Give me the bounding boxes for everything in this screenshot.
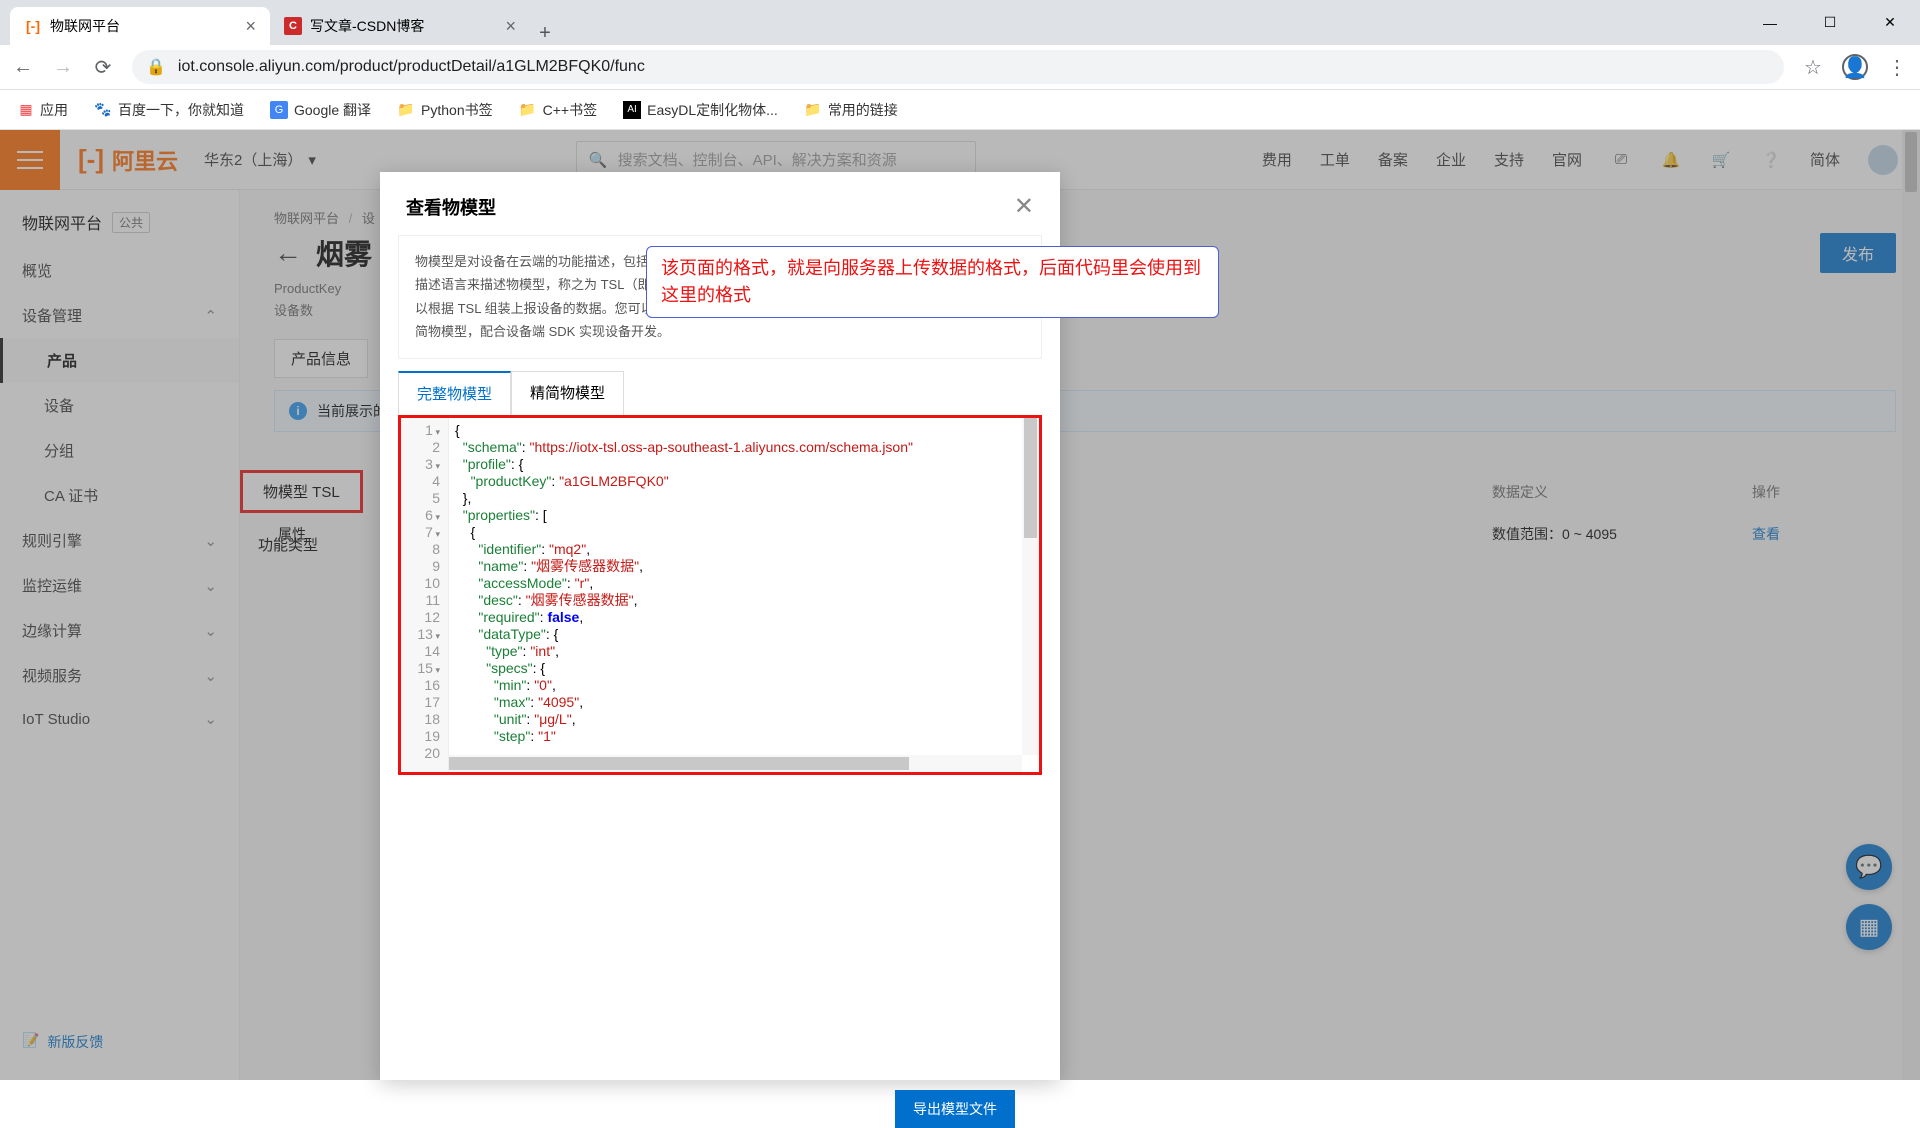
tab-full-model[interactable]: 完整物模型 bbox=[398, 371, 511, 415]
apps-shortcut[interactable]: ▦应用 bbox=[16, 100, 68, 120]
code-content[interactable]: { "schema": "https://iotx-tsl.oss-ap-sou… bbox=[449, 418, 1039, 772]
bookmark-folder[interactable]: 📁Python书签 bbox=[397, 100, 493, 120]
folder-icon: 📁 bbox=[804, 101, 822, 119]
annotation-callout: 该页面的格式，就是向服务器上传数据的格式，后面代码里会使用到这里的格式 bbox=[646, 246, 1219, 318]
aliyun-icon: [-] bbox=[24, 17, 42, 35]
minimize-button[interactable]: — bbox=[1740, 0, 1800, 45]
modal-description: 物模型是对设备在云端的功能描述，包括设备的属性、服务和事件。物联网平台通过定义一… bbox=[398, 235, 1042, 359]
forward-icon[interactable]: → bbox=[52, 56, 74, 78]
browser-tab[interactable]: C 写文章-CSDN博客 × bbox=[270, 7, 530, 45]
modal-title: 查看物模型 bbox=[406, 194, 496, 220]
star-icon[interactable]: ☆ bbox=[1802, 56, 1824, 78]
paw-icon: 🐾 bbox=[94, 101, 112, 119]
tab-simple-model[interactable]: 精简物模型 bbox=[511, 371, 624, 415]
line-gutter: 1234567891011121314151617181920 bbox=[401, 418, 449, 772]
bookmark-folder[interactable]: 📁C++书签 bbox=[519, 100, 597, 120]
translate-icon: G bbox=[270, 101, 288, 119]
reload-icon[interactable]: ⟳ bbox=[92, 56, 114, 78]
close-icon[interactable]: ✕ bbox=[1014, 192, 1034, 221]
browser-tab-strip: [-] 物联网平台 × C 写文章-CSDN博客 × + — ☐ ✕ bbox=[0, 0, 1920, 45]
tab-title: 写文章-CSDN博客 bbox=[310, 16, 497, 36]
browser-tab-active[interactable]: [-] 物联网平台 × bbox=[10, 7, 270, 45]
close-button[interactable]: ✕ bbox=[1860, 0, 1920, 45]
folder-icon: 📁 bbox=[397, 101, 415, 119]
csdn-icon: C bbox=[284, 17, 302, 35]
folder-icon: 📁 bbox=[519, 101, 537, 119]
menu-icon[interactable]: ⋮ bbox=[1886, 56, 1908, 78]
code-vertical-scrollbar[interactable] bbox=[1022, 418, 1039, 755]
url-input[interactable]: 🔒 iot.console.aliyun.com/product/product… bbox=[132, 50, 1784, 84]
back-icon[interactable]: ← bbox=[12, 56, 34, 78]
code-horizontal-scrollbar[interactable] bbox=[449, 755, 1022, 772]
tsl-modal: 查看物模型 ✕ 物模型是对设备在云端的功能描述，包括设备的属性、服务和事件。物联… bbox=[380, 172, 1060, 1080]
tab-title: 物联网平台 bbox=[50, 16, 237, 36]
bookmark-item[interactable]: AIEasyDL定制化物体... bbox=[623, 100, 778, 120]
lock-icon: 🔒 bbox=[146, 57, 166, 77]
profile-icon[interactable]: 👤 bbox=[1842, 54, 1868, 80]
bookmark-item[interactable]: 🐾百度一下，你就知道 bbox=[94, 100, 244, 120]
new-tab-button[interactable]: + bbox=[530, 22, 560, 45]
bookmark-item[interactable]: GGoogle 翻译 bbox=[270, 100, 371, 120]
modal-header: 查看物模型 ✕ bbox=[380, 172, 1060, 235]
address-bar: ← → ⟳ 🔒 iot.console.aliyun.com/product/p… bbox=[0, 45, 1920, 90]
bookmarks-bar: ▦应用 🐾百度一下，你就知道 GGoogle 翻译 📁Python书签 📁C++… bbox=[0, 90, 1920, 130]
maximize-button[interactable]: ☐ bbox=[1800, 0, 1860, 45]
code-editor: 1234567891011121314151617181920 { "schem… bbox=[398, 415, 1042, 775]
close-icon[interactable]: × bbox=[505, 16, 516, 37]
close-icon[interactable]: × bbox=[245, 16, 256, 37]
export-model-button[interactable]: 导出模型文件 bbox=[895, 1090, 1015, 1128]
window-controls: — ☐ ✕ bbox=[1740, 0, 1920, 45]
url-text: iot.console.aliyun.com/product/productDe… bbox=[178, 58, 645, 76]
modal-tabs: 完整物模型 精简物模型 bbox=[398, 371, 1060, 415]
ai-icon: AI bbox=[623, 101, 641, 119]
apps-icon: ▦ bbox=[16, 101, 34, 119]
bookmark-folder[interactable]: 📁常用的链接 bbox=[804, 100, 898, 120]
